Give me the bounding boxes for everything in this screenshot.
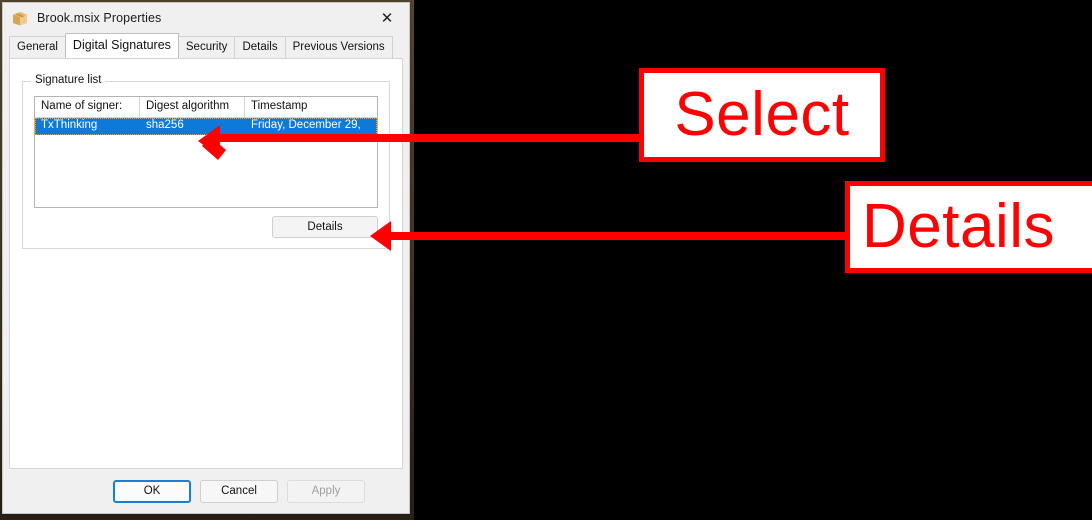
window-title: Brook.msix Properties	[37, 11, 162, 25]
annotation-line-select	[218, 134, 643, 142]
column-header-timestamp[interactable]: Timestamp	[245, 97, 377, 117]
cancel-button[interactable]: Cancel	[200, 479, 278, 503]
package-icon	[11, 9, 29, 27]
tab-general[interactable]: General	[9, 36, 66, 58]
apply-button: Apply	[287, 479, 365, 503]
cell-timestamp: Friday, December 29,	[251, 119, 361, 131]
tab-details[interactable]: Details	[234, 36, 286, 58]
column-header-name-of-signer[interactable]: Name of signer:	[35, 97, 140, 117]
annotation-label-select: Select	[639, 68, 885, 162]
title-bar: Brook.msix Properties ✕	[3, 3, 409, 33]
annotation-label-details: Details	[845, 181, 1092, 273]
annotation-arrow-details	[369, 219, 401, 258]
close-icon[interactable]: ✕	[365, 3, 409, 33]
ok-button[interactable]: OK	[113, 479, 191, 503]
tab-previous-versions[interactable]: Previous Versions	[284, 36, 393, 58]
properties-dialog: Brook.msix Properties ✕ General Digital …	[2, 2, 410, 514]
details-button[interactable]: Details	[272, 216, 378, 238]
list-header-row: Name of signer: Digest algorithm Timesta…	[35, 97, 377, 118]
cell-name-of-signer: TxThinking	[41, 119, 98, 131]
tab-security[interactable]: Security	[177, 36, 236, 58]
column-header-digest-algorithm[interactable]: Digest algorithm	[140, 97, 245, 117]
tab-strip: General Digital Signatures Security Deta…	[9, 33, 409, 58]
tab-panel-digital-signatures: Signature list Name of signer: Digest al…	[9, 58, 403, 469]
signature-list-label: Signature list	[31, 74, 106, 86]
annotation-arrow-select	[196, 124, 242, 171]
annotation-line-details	[385, 232, 849, 240]
screenshot-root: Brook.msix Properties ✕ General Digital …	[0, 0, 1092, 520]
tab-digital-signatures[interactable]: Digital Signatures	[64, 33, 179, 58]
dialog-footer: OK Cancel Apply	[3, 479, 409, 503]
